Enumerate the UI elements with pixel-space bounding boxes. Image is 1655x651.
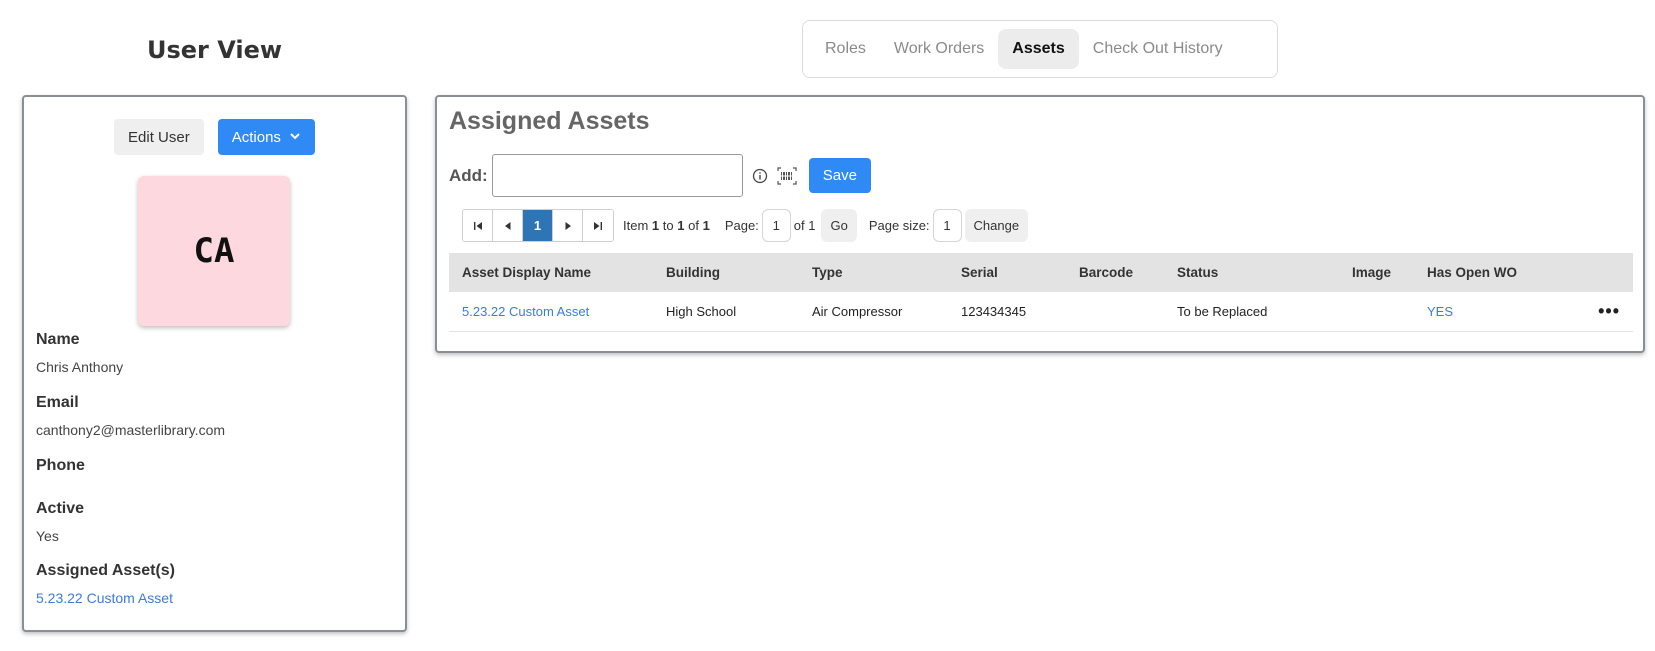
add-label: Add: xyxy=(449,165,488,185)
barcode-scan-icon[interactable] xyxy=(777,166,797,185)
item-to: 1 xyxy=(677,218,685,233)
first-page-icon[interactable] xyxy=(463,210,493,241)
page-of-total: of 1 xyxy=(793,218,816,233)
actions-button-label: Actions xyxy=(231,128,281,146)
tab-roles[interactable]: Roles xyxy=(811,29,880,69)
current-page-button[interactable]: 1 xyxy=(523,210,553,241)
row-menu-icon[interactable]: ••• xyxy=(1564,292,1633,332)
pager: 1 Item 1 to 1 of 1 Page: 1 of 1 Go Page … xyxy=(462,209,1029,242)
column-header-serial[interactable]: Serial xyxy=(948,253,1066,292)
previous-page-icon[interactable] xyxy=(493,210,523,241)
item-from: 1 xyxy=(651,218,660,233)
pager-buttons: 1 xyxy=(462,209,614,242)
page-label: Page: xyxy=(724,218,759,233)
tab-work-orders[interactable]: Work Orders xyxy=(880,29,998,69)
email-value: canthony2@masterlibrary.com xyxy=(36,422,226,438)
panel-title: Assigned Assets xyxy=(449,107,650,135)
user-card: Edit User Actions CA Name Chris Anthony … xyxy=(22,95,407,632)
phone-label: Phone xyxy=(36,457,85,474)
tab-assets[interactable]: Assets xyxy=(998,29,1079,69)
column-header-barcode[interactable]: Barcode xyxy=(1066,253,1164,292)
item-range: Item 1 to 1 of 1 xyxy=(623,218,710,233)
edit-user-button[interactable]: Edit User xyxy=(114,119,204,155)
asset-type: Air Compressor xyxy=(799,292,948,332)
column-header-actions xyxy=(1564,253,1633,292)
name-field: Name Chris Anthony xyxy=(36,331,123,375)
page-size-input[interactable]: 1 xyxy=(932,209,962,242)
assigned-assets-field: Assigned Asset(s) 5.23.22 Custom Asset xyxy=(36,562,175,606)
phone-field: Phone xyxy=(36,457,85,475)
add-asset-row: Add: Save xyxy=(449,154,871,197)
asset-status: To be Replaced xyxy=(1164,292,1339,332)
avatar: CA xyxy=(138,176,290,326)
column-header-status[interactable]: Status xyxy=(1164,253,1339,292)
actions-button[interactable]: Actions xyxy=(217,119,315,155)
table-row: 5.23.22 Custom Asset High School Air Com… xyxy=(449,292,1633,332)
tab-bar: Roles Work Orders Assets Check Out Histo… xyxy=(802,20,1278,78)
change-button[interactable]: Change xyxy=(964,209,1029,242)
go-button[interactable]: Go xyxy=(821,209,857,242)
item-prefix: Item xyxy=(623,218,649,233)
assigned-assets-panel: Assigned Assets Add: Save 1 Item 1 to 1 … xyxy=(435,95,1645,353)
next-page-icon[interactable] xyxy=(553,210,583,241)
name-label: Name xyxy=(36,331,80,348)
column-header-has-open-wo[interactable]: Has Open WO xyxy=(1414,253,1564,292)
page-number-input[interactable]: 1 xyxy=(761,209,791,242)
item-of-word: of xyxy=(688,218,699,233)
asset-serial: 123434345 xyxy=(948,292,1066,332)
user-action-row: Edit User Actions xyxy=(24,119,405,155)
column-header-building[interactable]: Building xyxy=(653,253,799,292)
name-value: Chris Anthony xyxy=(36,359,124,375)
active-label: Active xyxy=(36,500,85,517)
active-field: Active Yes xyxy=(36,500,84,544)
has-open-wo-link[interactable]: YES xyxy=(1414,292,1564,332)
table-header-row: Asset Display Name Building Type Serial … xyxy=(449,253,1633,292)
email-field: Email canthony2@masterlibrary.com xyxy=(36,394,225,438)
add-asset-input[interactable] xyxy=(491,154,743,197)
assets-table: Asset Display Name Building Type Serial … xyxy=(449,253,1633,332)
assigned-assets-label: Assigned Asset(s) xyxy=(36,562,175,579)
chevron-down-icon xyxy=(289,129,301,146)
item-to-word: to xyxy=(662,218,674,233)
asset-image xyxy=(1339,292,1414,332)
assigned-asset-link[interactable]: 5.23.22 Custom Asset xyxy=(36,590,175,606)
column-header-type[interactable]: Type xyxy=(799,253,948,292)
save-button[interactable]: Save xyxy=(808,158,871,193)
page-title: User View xyxy=(146,36,283,64)
asset-building: High School xyxy=(653,292,799,332)
tab-check-out-history[interactable]: Check Out History xyxy=(1079,29,1237,69)
page-size-label: Page size: xyxy=(868,218,930,233)
column-header-asset-name[interactable]: Asset Display Name xyxy=(449,253,653,292)
info-icon[interactable] xyxy=(751,167,769,185)
asset-name-link[interactable]: 5.23.22 Custom Asset xyxy=(449,292,653,332)
email-label: Email xyxy=(36,394,79,411)
asset-barcode xyxy=(1066,292,1164,332)
item-total: 1 xyxy=(702,218,710,233)
active-value: Yes xyxy=(36,528,59,544)
column-header-image[interactable]: Image xyxy=(1339,253,1414,292)
last-page-icon[interactable] xyxy=(583,210,613,241)
